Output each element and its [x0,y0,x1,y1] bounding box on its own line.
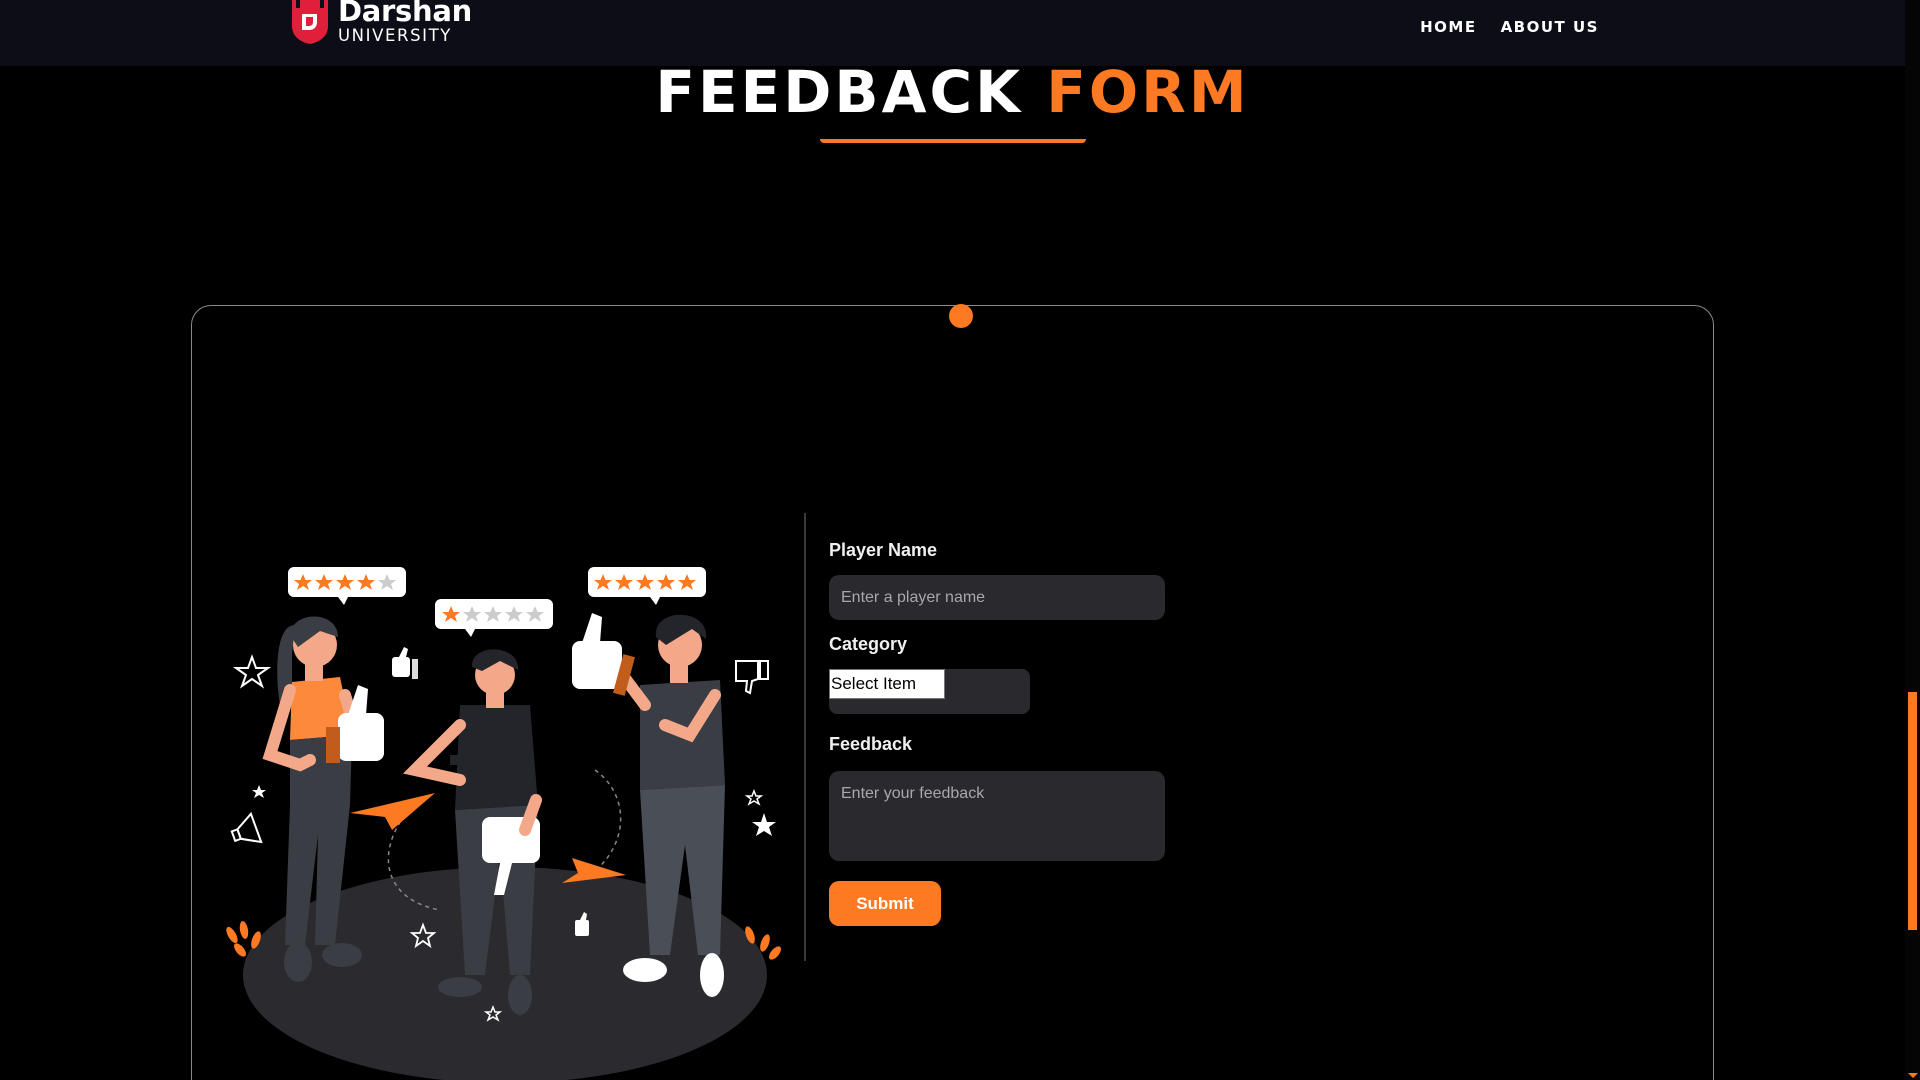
vertical-divider [804,513,806,961]
megaphone-icon [230,811,263,844]
feedback-textarea[interactable] [829,771,1165,861]
rating-bubble-1-star [435,599,553,637]
nav-home-link[interactable]: HOME [1420,18,1476,36]
page: Darshan UNIVERSITY HOME ABOUT US FEEDBAC… [0,0,1920,1080]
star-icon [752,813,776,836]
page-title-word-form: FORM [1046,58,1250,126]
logo-title: Darshan [338,0,472,28]
paper-plane-icon [350,793,435,830]
player-name-label: Player Name [829,540,938,560]
star-icon [252,785,266,798]
feedback-form: Player Name Category Select Item Feedbac… [829,540,1169,926]
card-accent-dot [949,304,973,328]
page-title: FEEDBACK FORM [0,56,1905,128]
player-name-input[interactable] [829,575,1165,620]
scrollbar-thumb[interactable] [1908,692,1917,930]
rating-bubble-5-stars [588,567,706,605]
category-select[interactable]: Select Item [829,669,945,699]
scroll-down-arrow-icon[interactable] [1908,1073,1918,1078]
star-outline-icon [744,788,764,806]
large-thumbs-up-icon [572,613,635,696]
darshan-logo[interactable]: Darshan UNIVERSITY [290,0,472,46]
thumbs-down-icon [735,660,769,695]
title-underline [820,139,1086,143]
university-crest-icon [292,0,328,44]
logo-subtitle: UNIVERSITY [338,26,452,45]
star-outline-icon [232,654,272,689]
nav-about-us-link[interactable]: ABOUT US [1501,18,1599,36]
page-title-word-feedback: FEEDBACK [655,58,1024,126]
submit-button[interactable]: Submit [829,881,941,926]
category-label: Category [829,634,908,654]
thumbs-up-icon [392,647,418,679]
feedback-label: Feedback [829,734,913,754]
category-select-container: Select Item [829,669,1030,714]
main-nav: HOME ABOUT US [1420,18,1599,36]
feedback-illustration [226,567,781,1080]
page-scrollbar[interactable] [1905,0,1920,1080]
rating-bubble-4-stars [288,567,406,605]
